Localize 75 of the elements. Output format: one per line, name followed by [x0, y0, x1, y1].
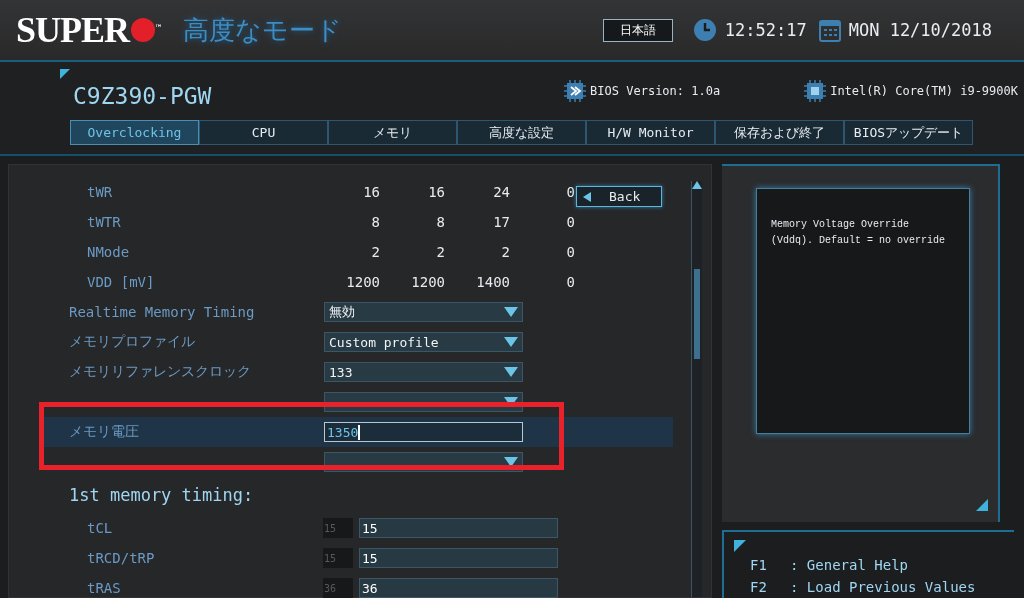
default-value: 15 [323, 548, 353, 568]
clock-icon [692, 18, 717, 42]
tab[interactable]: Overclocking [70, 120, 199, 145]
timing-value: 8 [435, 214, 445, 230]
board-model: C9Z390-PGW [73, 83, 212, 109]
cpu-chip-icon [804, 80, 827, 102]
language-button[interactable]: 日本語 [602, 18, 673, 42]
timing-value: 0 [565, 184, 575, 200]
dropdown[interactable]: 無効 [324, 302, 523, 322]
timing-label: tWR [87, 184, 114, 200]
timing-value: 17 [492, 214, 510, 230]
timing-label: tRCD/tRP [87, 550, 156, 566]
timing-value: 0 [565, 274, 575, 290]
timing-value: 0 [565, 214, 575, 230]
timing-value: 2 [500, 244, 510, 260]
cpu-name: Intel(R) Core(TM) i9-9900K [830, 84, 1018, 98]
scroll-up-icon[interactable] [692, 181, 702, 189]
setting-label: メモリプロファイル [69, 333, 196, 351]
timing-label: NMode [87, 244, 131, 260]
logo-dot-icon [130, 17, 157, 43]
timing-label: VDD [mV] [87, 274, 156, 290]
timing-label: tCL [87, 520, 114, 536]
input-field[interactable]: 1350 [324, 422, 523, 442]
timing-value: 1200 [410, 274, 445, 290]
input-field[interactable]: 36 [359, 578, 558, 598]
key-action: : Load Previous Values [790, 579, 976, 595]
key-name: F2 [750, 579, 768, 595]
tab[interactable]: 高度な設定 [457, 120, 586, 145]
timing-value: 0 [565, 244, 575, 260]
tab[interactable]: 保存および終了 [715, 120, 844, 145]
corner-triangle-icon [60, 69, 70, 79]
input-field[interactable]: 15 [359, 518, 558, 538]
timing-value: 16 [362, 184, 380, 200]
corner-triangle-icon [734, 540, 746, 552]
setting-label: メモリリファレンスクロック [69, 363, 252, 381]
scrollbar[interactable] [691, 181, 702, 597]
timing-value: 24 [492, 184, 510, 200]
key-action: : General Help [790, 557, 908, 573]
timing-value: 2 [370, 244, 380, 260]
timing-label: tWTR [87, 214, 122, 230]
input-field[interactable]: 15 [359, 548, 558, 568]
trademark: ™ [156, 23, 162, 33]
timing-value: 1400 [475, 274, 510, 290]
section-title: 1st memory timing: [69, 485, 255, 507]
caret-icon [504, 457, 518, 467]
timing-value: 8 [370, 214, 380, 230]
tab[interactable]: メモリ [328, 120, 457, 145]
default-value: 15 [323, 518, 353, 538]
setting-label: Realtime Memory Timing [69, 304, 256, 320]
caret-icon [504, 337, 518, 347]
back-button[interactable]: Back [576, 186, 662, 207]
tab[interactable]: BIOSアップデート [844, 120, 973, 145]
logo-text: SUPER [16, 9, 130, 51]
mode-title: 高度なモード [183, 13, 343, 47]
tab[interactable]: CPU [199, 120, 328, 145]
setting-label: メモリ電圧 [69, 423, 140, 441]
corner-triangle-icon [976, 499, 988, 511]
back-arrow-icon [583, 191, 591, 202]
timing-value: 16 [427, 184, 445, 200]
default-value: 36 [323, 578, 353, 598]
date-display: MON 12/10/2018 [848, 20, 992, 40]
timing-value: 1200 [345, 274, 380, 290]
help-text: Memory Voltage Override (Vddq). Default = no override [771, 218, 947, 248]
caret-icon [504, 307, 518, 317]
key-name: F1 [750, 557, 768, 573]
dropdown[interactable]: 133 [324, 362, 523, 382]
calendar-icon [818, 18, 841, 42]
timing-value: 2 [435, 244, 445, 260]
caret-icon [504, 367, 518, 377]
dropdown[interactable]: Custom profile [324, 332, 523, 352]
chip-arrow-icon [564, 80, 587, 102]
timing-label: tRAS [87, 580, 122, 596]
bios-version: BIOS Version: 1.0a [590, 84, 721, 98]
tab[interactable]: H/W Monitor [586, 120, 715, 145]
time-display: 12:52:17 [724, 20, 807, 40]
